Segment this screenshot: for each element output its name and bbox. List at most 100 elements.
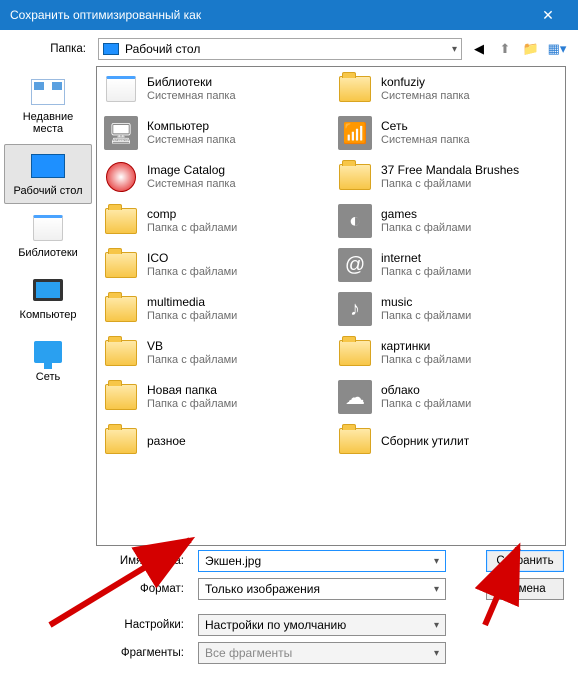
place-label: Библиотеки: [18, 247, 78, 259]
item-name: Компьютер: [147, 119, 236, 134]
list-item[interactable]: @ internetПапка с файлами: [331, 243, 565, 287]
item-name: music: [381, 295, 471, 310]
item-icon: [103, 159, 139, 195]
item-type: Папка с файлами: [381, 310, 471, 324]
list-item[interactable]: 37 Free Mandala BrushesПапка с файлами: [331, 155, 565, 199]
folder-combo[interactable]: Рабочий стол ▾: [98, 38, 462, 60]
list-item[interactable]: Новая папкаПапка с файлами: [97, 375, 331, 419]
item-name: internet: [381, 251, 471, 266]
item-icon: [337, 71, 373, 107]
libraries-icon: [30, 213, 66, 243]
item-icon: [103, 379, 139, 415]
item-name: VB: [147, 339, 237, 354]
list-item[interactable]: ♪ musicПапка с файлами: [331, 287, 565, 331]
location-bar: Папка: Рабочий стол ▾ ◀ ⬆ 📁 ▦▾: [0, 30, 578, 66]
item-icon: ☁: [337, 379, 373, 415]
list-item[interactable]: multimediaПапка с файлами: [97, 287, 331, 331]
titlebar: Сохранить оптимизированный как ✕: [0, 0, 578, 30]
place-network[interactable]: Сеть: [4, 330, 92, 390]
item-type: Папка с файлами: [147, 222, 237, 236]
settings-combo[interactable]: Настройки по умолчанию ▾: [198, 614, 446, 636]
item-icon: [103, 423, 139, 459]
window-title: Сохранить оптимизированный как: [10, 8, 528, 22]
item-name: Библиотеки: [147, 75, 236, 90]
item-icon: [103, 291, 139, 327]
item-name: Сборник утилит: [381, 434, 469, 449]
new-folder-icon[interactable]: 📁: [522, 40, 540, 58]
item-name: Image Catalog: [147, 163, 236, 178]
list-item[interactable]: 🖥 КомпьютерСистемная папка: [97, 111, 331, 155]
bottom-panel: Имя файла: Экшен.jpg ▾ Сохранить Формат:…: [0, 546, 578, 680]
folder-label: Папка:: [20, 43, 90, 55]
item-type: Системная папка: [147, 134, 236, 148]
chevron-down-icon: ▾: [434, 556, 439, 567]
list-item[interactable]: ☁облакоПапка с файлами: [331, 375, 565, 419]
item-name: картинки: [381, 339, 471, 354]
list-item[interactable]: Image CatalogСистемная папка: [97, 155, 331, 199]
item-icon: [337, 335, 373, 371]
item-icon: [103, 247, 139, 283]
item-icon: 🖥: [103, 115, 139, 151]
item-icon: [337, 423, 373, 459]
list-item[interactable]: разное: [97, 419, 331, 463]
format-combo[interactable]: Только изображения ▾: [198, 578, 446, 600]
item-name: разное: [147, 434, 186, 449]
item-name: Сеть: [381, 119, 470, 134]
item-icon: 📶: [337, 115, 373, 151]
list-item[interactable]: Сборник утилит: [331, 419, 565, 463]
item-icon: [103, 71, 139, 107]
chevron-down-icon: ▾: [434, 648, 439, 659]
filename-label: Имя файла:: [20, 555, 190, 567]
place-label: Рабочий стол: [13, 185, 82, 197]
save-button[interactable]: Сохранить: [486, 550, 564, 572]
list-item[interactable]: konfuziyСистемная папка: [331, 67, 565, 111]
item-type: Системная папка: [381, 134, 470, 148]
place-recent[interactable]: Недавние места: [4, 70, 92, 142]
place-desktop[interactable]: Рабочий стол: [4, 144, 92, 204]
item-type: Папка с файлами: [147, 310, 237, 324]
item-icon: [103, 335, 139, 371]
item-type: Папка с файлами: [381, 266, 471, 280]
place-computer[interactable]: Компьютер: [4, 268, 92, 328]
item-name: облако: [381, 383, 471, 398]
list-item[interactable]: ◐gamesПапка с файлами: [331, 199, 565, 243]
item-type: Системная папка: [381, 90, 470, 104]
desktop-icon: [103, 43, 119, 55]
chevron-down-icon: ▾: [434, 584, 439, 595]
item-icon: @: [337, 247, 373, 283]
fragments-combo[interactable]: Все фрагменты ▾: [198, 642, 446, 664]
item-name: Новая папка: [147, 383, 237, 398]
item-type: Папка с файлами: [381, 178, 519, 192]
item-name: comp: [147, 207, 237, 222]
desktop-icon: [30, 151, 66, 181]
place-label: Сеть: [36, 371, 60, 383]
item-type: Папка с файлами: [147, 398, 237, 412]
file-list: БиблиотекиСистемная папка🖥КомпьютерСисте…: [96, 66, 566, 546]
list-item[interactable]: compПапка с файлами: [97, 199, 331, 243]
item-name: multimedia: [147, 295, 237, 310]
item-type: Папка с файлами: [381, 222, 471, 236]
filename-input[interactable]: Экшен.jpg ▾: [198, 550, 446, 572]
close-icon[interactable]: ✕: [528, 7, 568, 24]
up-icon[interactable]: ⬆: [496, 40, 514, 58]
item-name: games: [381, 207, 471, 222]
item-type: Системная папка: [147, 90, 236, 104]
list-item[interactable]: ICOПапка с файлами: [97, 243, 331, 287]
item-type: Папка с файлами: [147, 354, 237, 368]
list-item[interactable]: VBПапка с файлами: [97, 331, 331, 375]
place-libraries[interactable]: Библиотеки: [4, 206, 92, 266]
chevron-down-icon: ▾: [434, 620, 439, 631]
list-item[interactable]: картинкиПапка с файлами: [331, 331, 565, 375]
item-type: Папка с файлами: [381, 354, 471, 368]
cancel-button[interactable]: Отмена: [486, 578, 564, 600]
network-icon: [30, 337, 66, 367]
list-item[interactable]: 📶 СетьСистемная папка: [331, 111, 565, 155]
chevron-down-icon: ▾: [452, 44, 457, 55]
list-item[interactable]: БиблиотекиСистемная папка: [97, 67, 331, 111]
back-icon[interactable]: ◀: [470, 40, 488, 58]
settings-label: Настройки:: [20, 619, 190, 631]
view-menu-icon[interactable]: ▦▾: [548, 40, 566, 58]
recent-icon: [30, 77, 66, 107]
folder-value: Рабочий стол: [125, 42, 452, 56]
item-icon: ♪: [337, 291, 373, 327]
